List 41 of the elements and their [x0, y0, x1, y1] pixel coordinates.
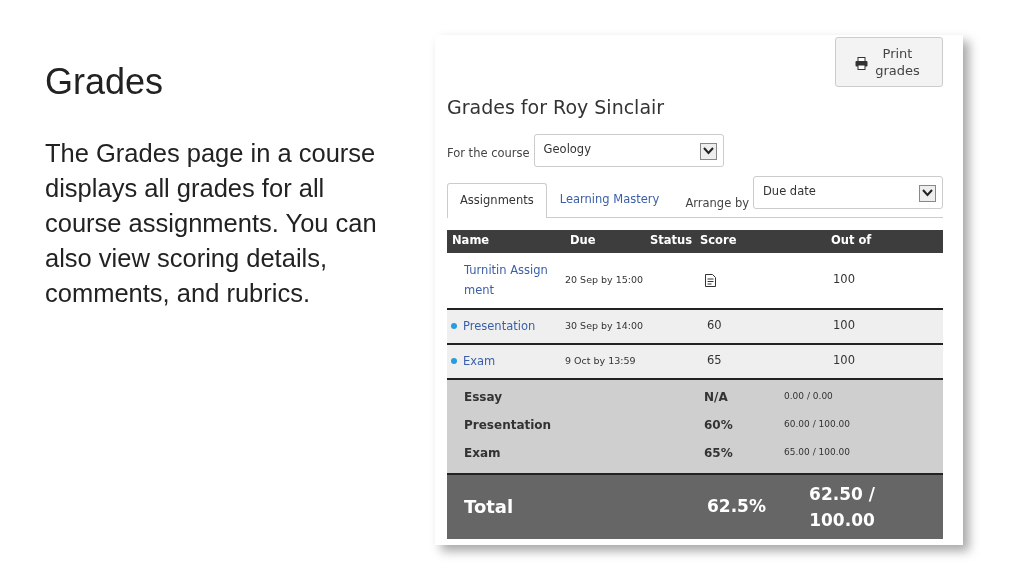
- caret-icon: [699, 142, 717, 160]
- total-label: Total: [464, 495, 515, 519]
- due-date: 9 Oct by 13:59: [565, 353, 637, 368]
- assignment-link[interactable]: Presentation: [463, 316, 536, 336]
- assignment-link[interactable]: Turnitin Assign ment: [464, 260, 565, 300]
- column-header: Score: [700, 232, 738, 250]
- print-button[interactable]: Print grades: [835, 37, 943, 87]
- group-points: 60.00 / 100.00: [784, 417, 851, 431]
- due-date: 20 Sep by 15:00: [565, 272, 645, 287]
- column-header: Status: [650, 232, 694, 250]
- score: 65: [706, 352, 723, 370]
- group-points: 65.00 / 100.00: [784, 445, 851, 459]
- arrange-label: Arrange by: [685, 195, 749, 213]
- assignment-link[interactable]: Exam: [463, 351, 496, 371]
- out-of-value: 100: [832, 352, 856, 370]
- out-of-value: 100: [832, 271, 856, 289]
- group-percent: 65%: [704, 444, 734, 462]
- group-percent: 60%: [704, 416, 734, 434]
- out-of-value: 100: [832, 317, 856, 335]
- course-label: For the course: [447, 145, 530, 163]
- group-points: 0.00 / 0.00: [784, 389, 834, 403]
- arrange-select[interactable]: Due date: [753, 175, 943, 209]
- total-percent: 62.5%: [707, 494, 767, 518]
- score: 60: [706, 317, 723, 335]
- group-percent: N/A: [704, 388, 729, 406]
- group-name: Presentation: [464, 416, 553, 434]
- course-select[interactable]: Geology: [533, 133, 724, 167]
- tab[interactable]: Assignments: [447, 183, 547, 218]
- slide-title: Grades: [45, 62, 165, 102]
- slide-text: The Grades page in a course displays all grades for all course assignments. You can also view scoring details, comments, and rubrics.: [45, 137, 378, 309]
- column-header: Out of: [830, 232, 873, 250]
- document-icon: [705, 273, 716, 287]
- column-header: Due: [570, 232, 597, 250]
- total-points: 62.50 / 100.00: [808, 482, 876, 532]
- group-name: Exam: [464, 444, 502, 462]
- tab[interactable]: Learning Mastery: [546, 182, 673, 217]
- page-title: Grades for Roy Sinclair: [447, 95, 666, 120]
- due-date: 30 Sep by 14:00: [565, 318, 645, 333]
- group-name: Essay: [464, 388, 504, 406]
- column-header: Name: [452, 232, 491, 250]
- caret-icon: [919, 184, 936, 202]
